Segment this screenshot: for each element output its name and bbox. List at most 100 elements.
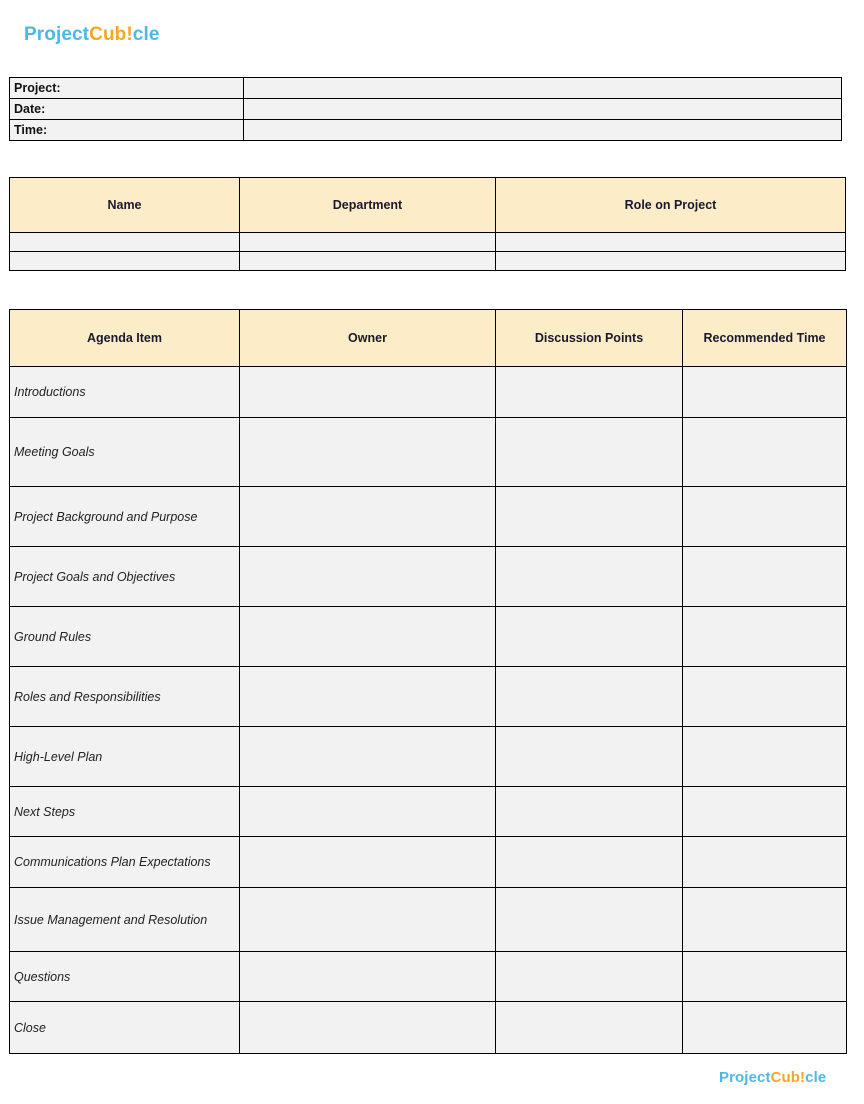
table-row: Meeting Goals — [9, 417, 847, 487]
meta-value-date[interactable] — [243, 98, 842, 120]
attendee-name-cell[interactable] — [9, 232, 240, 252]
attendee-role-cell[interactable] — [495, 232, 846, 252]
agenda-owner-cell[interactable] — [239, 726, 496, 787]
agenda-owner-cell[interactable] — [239, 486, 496, 547]
agenda-recommended-time-cell[interactable] — [682, 951, 847, 1002]
agenda-recommended-time-cell[interactable] — [682, 366, 847, 418]
table-row: Time: — [9, 119, 842, 141]
table-row: High-Level Plan — [9, 726, 847, 787]
table-row: Introductions — [9, 366, 847, 418]
agenda-recommended-time-cell[interactable] — [682, 486, 847, 547]
agenda-owner-cell[interactable] — [239, 666, 496, 727]
project-meta-body: Project: Date: Time: — [9, 77, 842, 141]
table-row: Date: — [9, 98, 842, 120]
agenda-discussion-points-cell[interactable] — [495, 1001, 683, 1054]
agenda-item-cell: Project Goals and Objectives — [9, 546, 240, 607]
meta-value-project[interactable] — [243, 77, 842, 99]
table-row: Issue Management and Resolution — [9, 887, 847, 952]
brand-logo-part-cub: Cub — [89, 24, 127, 45]
attendees-header: Name Department Role on Project — [9, 177, 846, 233]
brand-logo-part-project: Project — [719, 1069, 771, 1086]
agenda-col-discussion-points: Discussion Points — [495, 309, 683, 367]
attendees-col-department: Department — [239, 177, 496, 233]
agenda-recommended-time-cell[interactable] — [682, 1001, 847, 1054]
meta-label-project: Project: — [9, 77, 244, 99]
agenda-item-cell: Questions — [9, 951, 240, 1002]
agenda-discussion-points-cell[interactable] — [495, 417, 683, 487]
agenda-item-cell: Meeting Goals — [9, 417, 240, 487]
agenda-recommended-time-cell[interactable] — [682, 606, 847, 667]
attendee-role-cell[interactable] — [495, 251, 846, 271]
attendee-department-cell[interactable] — [239, 232, 496, 252]
meta-label-time: Time: — [9, 119, 244, 141]
agenda-discussion-points-cell[interactable] — [495, 486, 683, 547]
attendees-col-role: Role on Project — [495, 177, 846, 233]
agenda-owner-cell[interactable] — [239, 836, 496, 888]
agenda-item-cell: Ground Rules — [9, 606, 240, 667]
agenda-discussion-points-cell[interactable] — [495, 786, 683, 837]
agenda-item-cell: Introductions — [9, 366, 240, 418]
agenda-owner-cell[interactable] — [239, 786, 496, 837]
agenda-discussion-points-cell[interactable] — [495, 666, 683, 727]
agenda-item-cell: Close — [9, 1001, 240, 1054]
project-meta-table: Project: Date: Time: — [9, 77, 842, 141]
agenda-body: Introductions Meeting Goals Project Backgr… — [9, 366, 847, 1054]
agenda-discussion-points-cell[interactable] — [495, 887, 683, 952]
agenda-owner-cell[interactable] — [239, 951, 496, 1002]
attendees-table: Name Department Role on Project — [9, 177, 846, 271]
agenda-discussion-points-cell[interactable] — [495, 726, 683, 787]
agenda-recommended-time-cell[interactable] — [682, 786, 847, 837]
table-row: Next Steps — [9, 786, 847, 837]
agenda-item-cell: Project Background and Purpose — [9, 486, 240, 547]
meta-label-date: Date: — [9, 98, 244, 120]
agenda-owner-cell[interactable] — [239, 546, 496, 607]
agenda-item-cell: Next Steps — [9, 786, 240, 837]
attendees-col-name: Name — [9, 177, 240, 233]
table-row: Roles and Responsibilities — [9, 666, 847, 727]
agenda-recommended-time-cell[interactable] — [682, 726, 847, 787]
agenda-col-item: Agenda Item — [9, 309, 240, 367]
agenda-item-cell: High-Level Plan — [9, 726, 240, 787]
table-row: Communications Plan Expectations — [9, 836, 847, 888]
agenda-item-cell: Issue Management and Resolution — [9, 887, 240, 952]
meta-value-time[interactable] — [243, 119, 842, 141]
agenda-recommended-time-cell[interactable] — [682, 546, 847, 607]
agenda-owner-cell[interactable] — [239, 1001, 496, 1054]
table-row: Close — [9, 1001, 847, 1054]
table-row — [9, 251, 846, 271]
agenda-recommended-time-cell[interactable] — [682, 887, 847, 952]
agenda-recommended-time-cell[interactable] — [682, 666, 847, 727]
agenda-item-cell: Roles and Responsibilities — [9, 666, 240, 727]
agenda-discussion-points-cell[interactable] — [495, 951, 683, 1002]
brand-logo-part-project: Project — [24, 24, 90, 45]
agenda-owner-cell[interactable] — [239, 366, 496, 418]
agenda-discussion-points-cell[interactable] — [495, 606, 683, 667]
agenda-discussion-points-cell[interactable] — [495, 836, 683, 888]
attendee-name-cell[interactable] — [9, 251, 240, 271]
brand-logo-part-cub: Cub — [770, 1069, 801, 1086]
table-header-row: Name Department Role on Project — [9, 177, 846, 233]
table-row: Project: — [9, 77, 842, 99]
agenda-col-owner: Owner — [239, 309, 496, 367]
agenda-owner-cell[interactable] — [239, 887, 496, 952]
attendee-department-cell[interactable] — [239, 251, 496, 271]
attendees-body — [9, 232, 846, 271]
table-row: Project Background and Purpose — [9, 486, 847, 547]
agenda-owner-cell[interactable] — [239, 417, 496, 487]
agenda-col-recommended-time: Recommended Time — [682, 309, 847, 367]
table-row: Ground Rules — [9, 606, 847, 667]
agenda-item-cell: Communications Plan Expectations — [9, 836, 240, 888]
agenda-recommended-time-cell[interactable] — [682, 836, 847, 888]
agenda-discussion-points-cell[interactable] — [495, 546, 683, 607]
brand-logo-part-cle: cle — [132, 24, 160, 45]
brand-logo-footer: ProjectCub!cle — [719, 1069, 826, 1086]
agenda-recommended-time-cell[interactable] — [682, 417, 847, 487]
agenda-discussion-points-cell[interactable] — [495, 366, 683, 418]
brand-logo-header: ProjectCub!cle — [24, 24, 160, 46]
table-row: Questions — [9, 951, 847, 1002]
table-row — [9, 232, 846, 252]
agenda-table: Agenda Item Owner Discussion Points Reco… — [9, 309, 847, 1054]
agenda-header: Agenda Item Owner Discussion Points Reco… — [9, 309, 847, 367]
agenda-owner-cell[interactable] — [239, 606, 496, 667]
table-header-row: Agenda Item Owner Discussion Points Reco… — [9, 309, 847, 367]
